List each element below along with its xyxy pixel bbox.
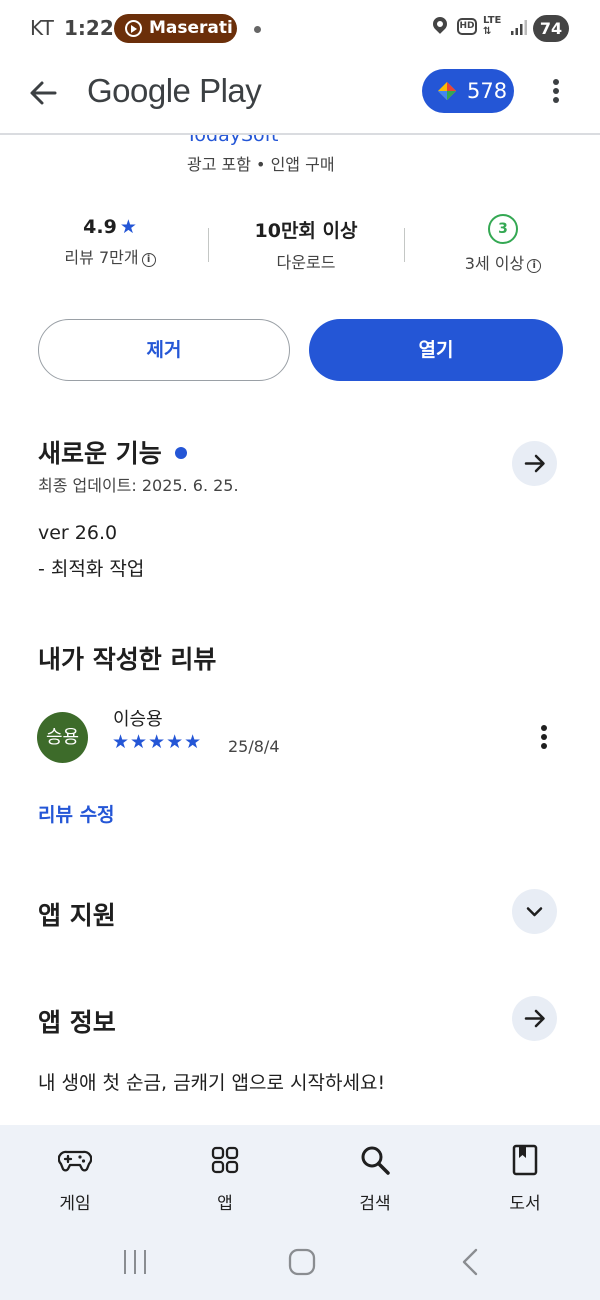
app-support-expand-button[interactable] xyxy=(512,889,557,934)
info-icon: i xyxy=(141,253,156,267)
nav-tab-search[interactable]: 검색 xyxy=(320,1125,430,1225)
bottom-navigation: 게임 앱 검색 도서 xyxy=(0,1125,600,1300)
about-app-title[interactable]: 앱 정보 xyxy=(38,1003,116,1039)
version-text: ver 26.0 xyxy=(38,522,118,544)
chevron-down-icon xyxy=(526,907,543,917)
location-icon xyxy=(430,14,450,34)
whats-new-arrow-button[interactable] xyxy=(512,441,557,486)
hd-voice-icon: HD xyxy=(457,18,477,35)
battery-icon: 74 xyxy=(533,15,569,42)
uninstall-button[interactable]: 제거 xyxy=(38,319,290,381)
age-rating-label: 3세 이상 xyxy=(464,254,525,273)
points-count: 578 xyxy=(467,79,508,103)
apps-grid-icon xyxy=(211,1146,239,1174)
google-play-logo: Google Play xyxy=(87,72,262,109)
my-review-title: 내가 작성한 리뷰 xyxy=(38,645,217,674)
info-icon: i xyxy=(527,259,542,273)
avatar: 승용 xyxy=(37,712,88,763)
play-points-icon xyxy=(438,82,456,100)
nav-tab-games[interactable]: 게임 xyxy=(20,1125,130,1225)
nav-tab-books[interactable]: 도서 xyxy=(470,1125,580,1225)
rating-stat[interactable]: 4.9 ★ 리뷰 7만개 i xyxy=(50,216,170,268)
lte-label: LTE xyxy=(483,15,502,26)
review-date: 25/8/4 xyxy=(228,737,280,756)
downloads-stat: 10만회 이상 다운로드 xyxy=(236,216,376,273)
about-arrow-button[interactable] xyxy=(512,996,557,1041)
status-bar: KT 1:22 Maserati HD LTE ⇅ 74 xyxy=(0,0,600,56)
rating-value: 4.9 xyxy=(83,216,117,238)
carrier-label: KT xyxy=(30,16,54,40)
notification-dot xyxy=(254,26,261,33)
gamepad-icon xyxy=(58,1150,92,1172)
downloads-value: 10만회 이상 xyxy=(254,220,358,242)
nav-label: 도서 xyxy=(509,1194,541,1214)
signal-icon xyxy=(511,20,527,35)
edit-review-link[interactable]: 리뷰 수정 xyxy=(38,800,115,827)
recent-apps-icon[interactable] xyxy=(120,1247,150,1277)
nav-tab-apps[interactable]: 앱 xyxy=(170,1125,280,1225)
last-updated: 최종 업데이트: 2025. 6. 25. xyxy=(38,476,239,495)
nav-label: 앱 xyxy=(217,1194,233,1214)
back-arrow-icon[interactable] xyxy=(25,74,63,112)
lte-icon: LTE ⇅ xyxy=(483,15,502,37)
nav-label: 게임 xyxy=(59,1194,91,1214)
review-count: 리뷰 7만개 xyxy=(64,248,139,267)
age-rating-stat[interactable]: 3 3세 이상 i xyxy=(440,214,566,274)
star-icon: ★ xyxy=(119,216,137,238)
media-pill[interactable]: Maserati xyxy=(114,14,237,43)
top-app-bar: Google Play 578 xyxy=(0,56,600,135)
whats-new-header[interactable]: 새로운 기능 xyxy=(38,434,187,470)
app-support-title[interactable]: 앱 지원 xyxy=(38,896,116,932)
more-options-icon[interactable] xyxy=(540,73,572,109)
play-icon xyxy=(125,20,142,37)
review-more-options-icon[interactable] xyxy=(528,721,560,757)
age-rating-badge: 3 xyxy=(488,214,518,244)
stat-divider xyxy=(208,228,209,262)
ads-note: 광고 포함 • 인앱 구매 xyxy=(187,155,335,174)
whats-new-title: 새로운 기능 xyxy=(38,439,162,468)
arrow-right-icon xyxy=(524,1009,545,1028)
downloads-label: 다운로드 xyxy=(276,253,336,272)
release-notes: - 최적화 작업 xyxy=(38,558,145,580)
review-stars: ★★★★★ xyxy=(112,731,203,753)
open-button[interactable]: 열기 xyxy=(309,319,563,381)
review-author: 이승용 xyxy=(113,709,163,730)
book-icon xyxy=(512,1144,538,1176)
system-back-icon[interactable] xyxy=(456,1246,486,1278)
clock: 1:22 xyxy=(64,16,114,40)
media-pill-label: Maserati xyxy=(149,18,233,38)
new-indicator-dot xyxy=(174,447,187,459)
arrow-right-icon xyxy=(524,454,545,473)
nav-label: 검색 xyxy=(359,1194,391,1214)
home-icon[interactable] xyxy=(286,1246,318,1278)
stat-divider xyxy=(404,228,405,262)
app-description: 내 생애 첫 순금, 금캐기 앱으로 시작하세요! xyxy=(38,1072,386,1094)
search-icon xyxy=(361,1146,390,1175)
play-points-button[interactable]: 578 xyxy=(422,69,514,113)
